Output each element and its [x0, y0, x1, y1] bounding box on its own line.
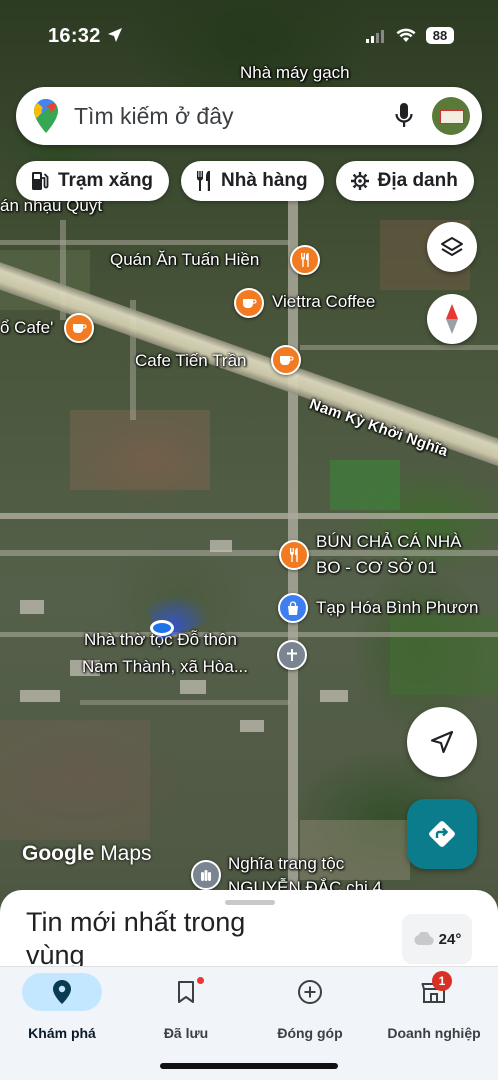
map-building: [20, 690, 60, 702]
cafe-poi-icon[interactable]: [64, 313, 94, 343]
my-location-button[interactable]: [407, 707, 477, 777]
map-label[interactable]: Quán Ăn Tuấn Hiền: [110, 250, 259, 270]
map-road: [300, 345, 498, 350]
avatar[interactable]: [432, 97, 470, 135]
cellular-signal-icon: [366, 29, 384, 43]
shop-poi-icon[interactable]: [278, 593, 308, 623]
church-poi-icon[interactable]: [277, 640, 307, 670]
search-input[interactable]: Tìm kiếm ở đây: [74, 103, 394, 130]
map-label[interactable]: BO - CƠ SỞ 01: [316, 558, 437, 578]
cafe-poi-icon[interactable]: [271, 345, 301, 375]
sheet-drag-handle[interactable]: [225, 900, 275, 905]
map-building: [320, 690, 348, 702]
navigation-arrow-icon: [430, 730, 454, 754]
google-maps-logo: Google Maps: [22, 842, 152, 865]
home-indicator[interactable]: [160, 1063, 338, 1069]
weather-badge[interactable]: 24°: [402, 914, 472, 964]
restaurant-icon: [197, 171, 211, 191]
bookmark-icon: [178, 981, 194, 1003]
nav-explore[interactable]: Khám phá: [2, 973, 122, 1041]
restaurant-poi-icon[interactable]: [279, 540, 309, 570]
battery-indicator: 88: [426, 27, 454, 44]
google-maps-pin-icon: [34, 99, 58, 133]
cafe-poi-icon[interactable]: [234, 288, 264, 318]
restaurant-poi-icon[interactable]: [290, 245, 320, 275]
map-building: [180, 680, 206, 694]
chip-landmark[interactable]: Địa danh: [335, 161, 474, 201]
nav-saved[interactable]: Đã lưu: [126, 973, 246, 1041]
location-arrow-icon: [107, 28, 122, 42]
map-label[interactable]: Nam Thành, xã Hòa...: [82, 657, 248, 677]
nav-contribute[interactable]: Đóng góp: [250, 973, 370, 1041]
map-label[interactable]: Viettra Coffee: [272, 292, 375, 312]
map-field: [70, 410, 210, 490]
map-field: [390, 615, 498, 695]
search-bar[interactable]: Tìm kiếm ở đây: [16, 87, 482, 145]
map-road: [0, 513, 498, 519]
add-circle-icon: [298, 980, 322, 1004]
status-time: 16:32: [48, 25, 123, 48]
map-label[interactable]: BÚN CHẢ CÁ NHÀ: [316, 532, 461, 552]
current-location-dot: [150, 620, 174, 636]
microphone-icon[interactable]: [394, 102, 414, 130]
compass-icon: [446, 304, 458, 334]
sheet-title: Tin mới nhất trong vùng: [26, 907, 246, 970]
cemetery-poi-icon[interactable]: [191, 860, 221, 890]
wifi-icon: [396, 28, 416, 42]
map-road: [0, 632, 498, 637]
map-road: [80, 700, 290, 705]
map-label[interactable]: ổ Cafe': [0, 318, 53, 338]
notification-dot: [197, 977, 204, 984]
map-label[interactable]: Nghĩa trang tộc: [228, 854, 344, 874]
nav-business[interactable]: 1 Doanh nghiệp: [374, 971, 494, 1041]
notification-badge: 1: [432, 971, 452, 991]
category-chips: Trạm xăng Nhà hàng Địa danh: [16, 161, 474, 201]
map-building: [240, 720, 264, 732]
explore-pin-icon: [53, 980, 71, 1004]
gas-station-icon: [32, 172, 49, 190]
map-label[interactable]: Cafe Tiến Trần: [135, 351, 247, 371]
map-field: [330, 460, 400, 510]
map-building: [210, 540, 232, 552]
compass-button[interactable]: [427, 294, 477, 344]
cloud-icon: [414, 932, 434, 945]
layers-icon: [441, 237, 463, 256]
map-building: [20, 600, 44, 614]
layers-button[interactable]: [427, 222, 477, 272]
map-label[interactable]: Tạp Hóa Bình Phươn: [316, 598, 478, 618]
directions-icon: [429, 821, 455, 847]
chip-gas-station[interactable]: Trạm xăng: [16, 161, 170, 201]
status-bar: 16:32 88: [0, 0, 498, 70]
landmark-icon: [350, 172, 369, 190]
chip-restaurant[interactable]: Nhà hàng: [181, 161, 324, 201]
map-road: [0, 240, 290, 245]
directions-button[interactable]: [407, 799, 477, 869]
map-field: [0, 720, 150, 840]
